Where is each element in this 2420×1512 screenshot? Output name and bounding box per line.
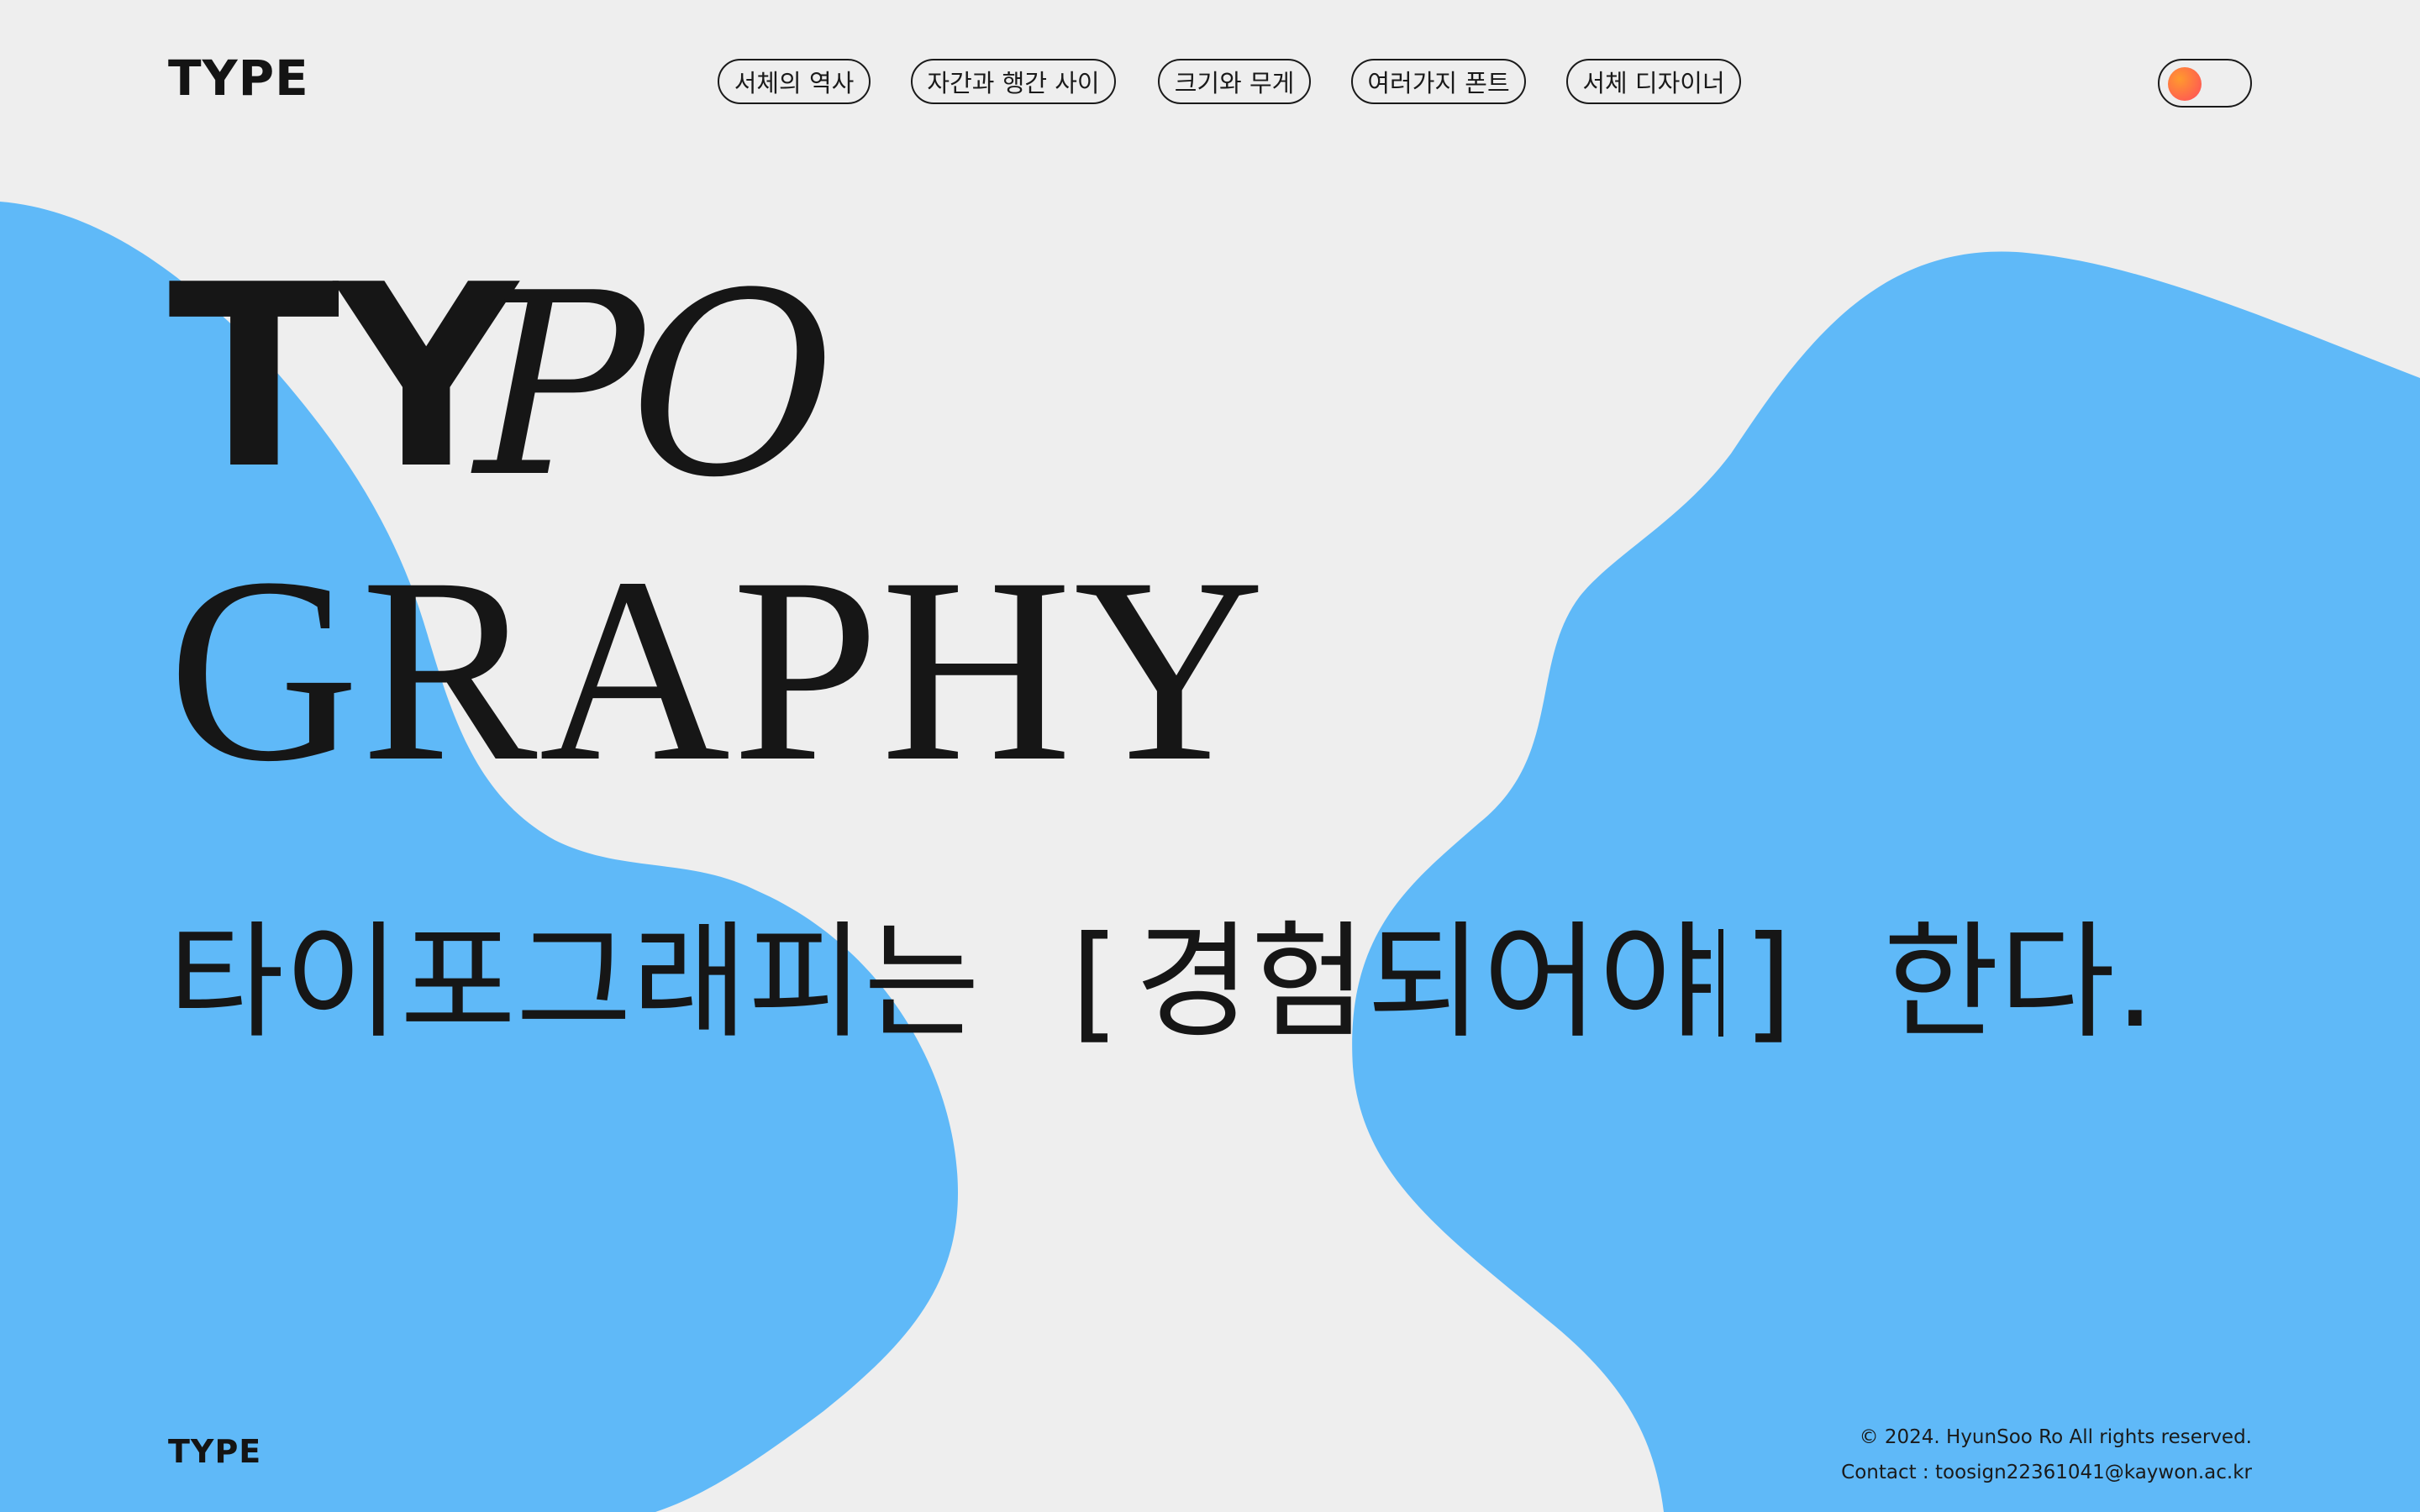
sentence-suffix: 한다.: [1883, 910, 2155, 1056]
footer-logo[interactable]: TYPE: [168, 1431, 261, 1472]
hero-title-line2: GRAPHY: [168, 523, 1267, 816]
bracket-close: ]: [1743, 910, 1793, 1056]
nav-item-typeface-designers[interactable]: 서체 디자이너: [1566, 59, 1741, 104]
main-navigation: 서체의 역사 자간과 행간 사이 크기와 무게 여러가지 폰트 서체 디자이너: [0, 59, 2420, 108]
toggle-knob-icon: [2168, 67, 2202, 101]
hero-title-line1-sans: TY: [168, 231, 518, 524]
nav-item-kerning-leading[interactable]: 자간과 행간 사이: [911, 59, 1116, 104]
hero-title-line1-script: PO: [475, 239, 836, 533]
sentence-prefix: 타이포그래피는: [168, 910, 981, 1056]
blob-right: [1352, 251, 2420, 1512]
text-cursor: [1718, 929, 1723, 1037]
theme-toggle-switch[interactable]: [2158, 59, 2252, 108]
typing-sentence: 타이포그래피는 [ 경험되어야 ] 한다.: [168, 907, 2155, 1058]
footer-info: © 2024. HyunSoo Ro All rights reserved. …: [1841, 1420, 2252, 1490]
nav-item-size-weight[interactable]: 크기와 무게: [1158, 59, 1311, 104]
nav-item-typeface-history[interactable]: 서체의 역사: [718, 59, 871, 104]
copyright-text: © 2024. HyunSoo Ro All rights reserved.: [1859, 1426, 2252, 1448]
bracket-open: [: [1071, 910, 1120, 1056]
contact-text: Contact : toosign22361041@kaywon.ac.kr: [1841, 1462, 2252, 1483]
typed-word: 경험되어야: [1134, 910, 1715, 1056]
nav-item-various-fonts[interactable]: 여러가지 폰트: [1351, 59, 1526, 104]
